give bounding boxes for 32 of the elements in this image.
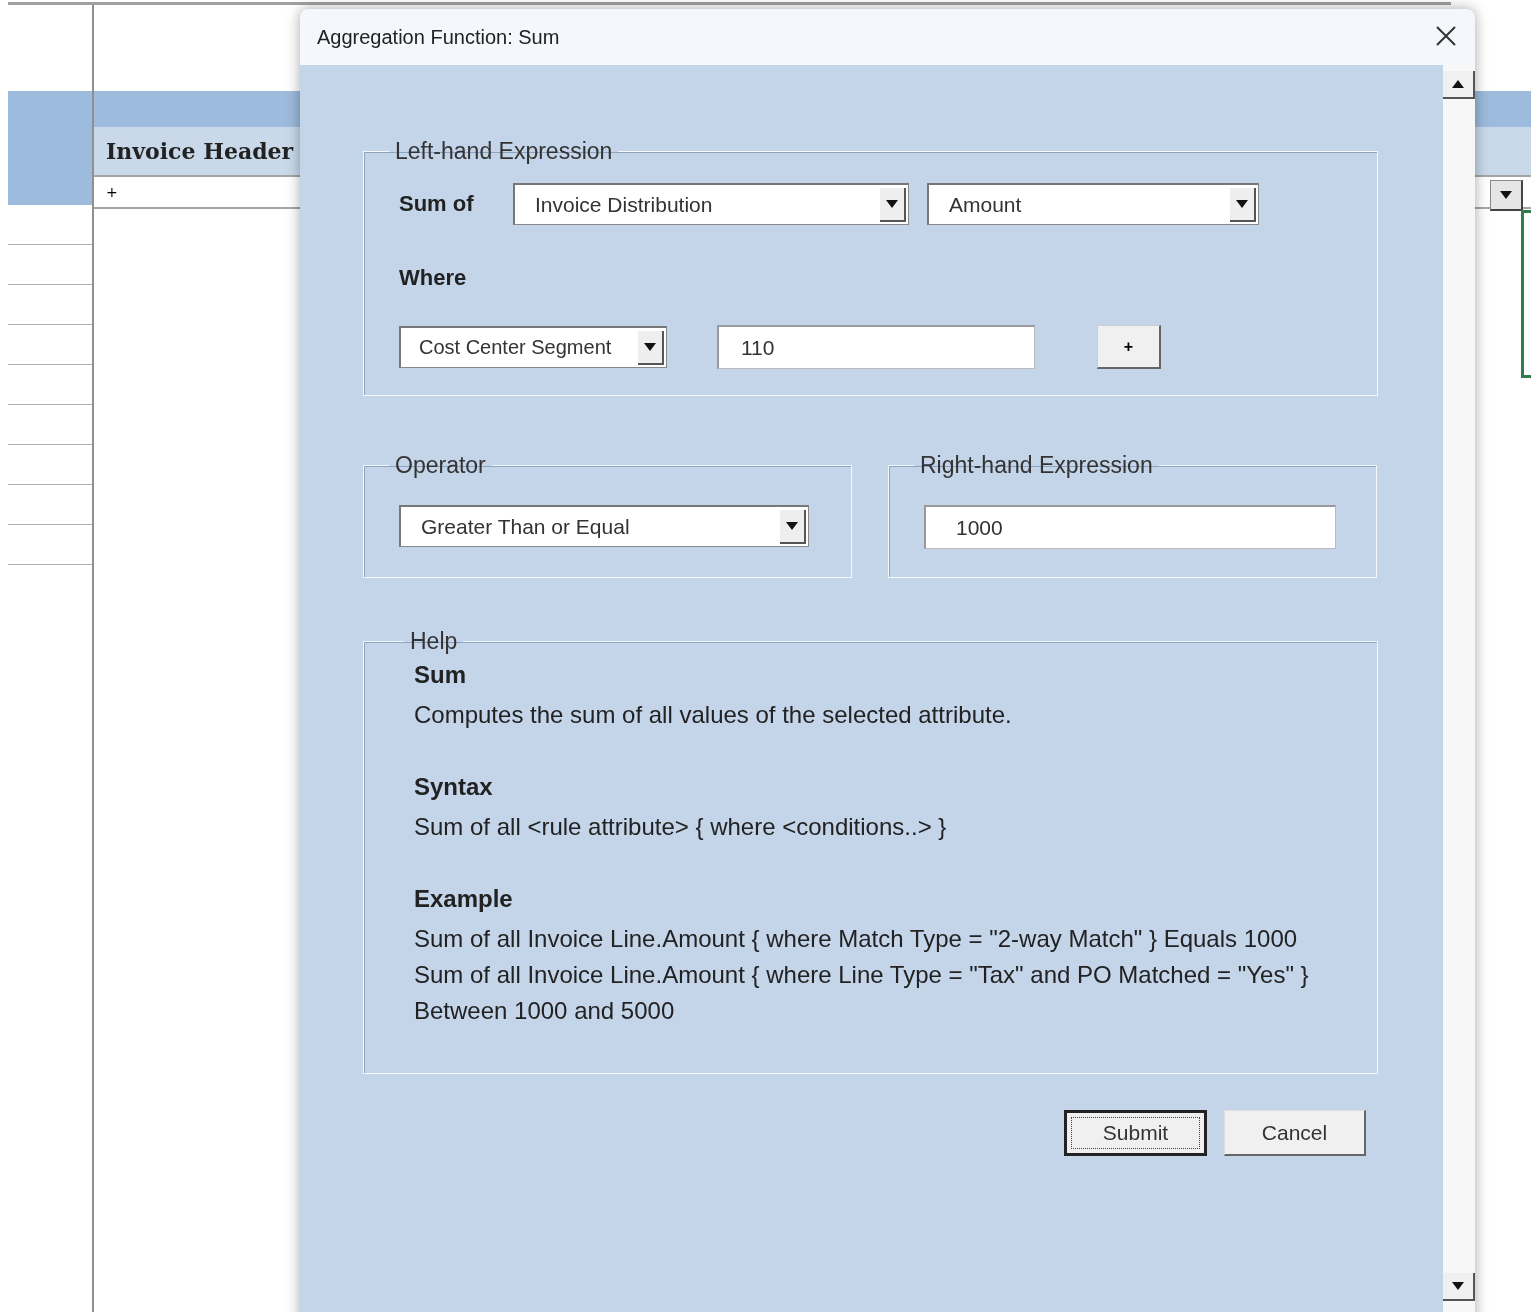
help-heading: Syntax [414,773,494,801]
entity-dropdown[interactable]: Invoice Distribution [513,183,909,225]
submit-button[interactable]: Submit [1064,1110,1207,1156]
scroll-up-icon [1452,80,1464,88]
help-text: Sum of all Invoice Line.Amount { where Match Type = "2-way Match" } Equals 1000 [414,924,1299,954]
operator-dropdown[interactable]: Greater Than or Equal [399,505,809,547]
help-heading: Sum [414,661,467,689]
add-condition-button[interactable]: + [1097,325,1161,369]
window-title: Aggregation Function: Sum [317,25,560,49]
caret-icon [886,199,898,208]
attribute-dropdown[interactable]: Amount [927,183,1259,225]
where-value-field[interactable]: 110 [717,325,1035,369]
where-attribute-dropdown[interactable]: Cost Center Segment [399,326,667,368]
help-text: Sum of all Invoice Line.Amount { where Line Type = "Tax" and PO Matched = "Yes" } Between 1000 and 5000 [414,960,1310,1026]
group-title: Operator [394,452,487,479]
caret-icon [1500,191,1512,199]
help-text: Computes the sum of all values of the selected attribute. [414,700,1013,730]
group-title: Right-hand Expression [919,452,1154,479]
group-title: Left-hand Expression [394,138,614,165]
dropdown-button[interactable] [1490,180,1523,211]
where-label: Where [399,265,468,291]
help-text: Sum of all <rule attribute> { where <conditions..> } [414,812,948,842]
sum-label: Sum of [399,191,475,217]
group-title: Help [409,628,459,655]
scroll-down-icon [1452,1282,1464,1290]
caret-icon [1236,199,1248,208]
caret-icon [644,342,656,351]
cancel-button[interactable]: Cancel [1224,1110,1366,1156]
caret-icon [786,521,798,530]
right-value-field[interactable]: 1000 [924,505,1336,549]
help-heading: Example [414,885,514,913]
close-icon [1435,24,1457,47]
